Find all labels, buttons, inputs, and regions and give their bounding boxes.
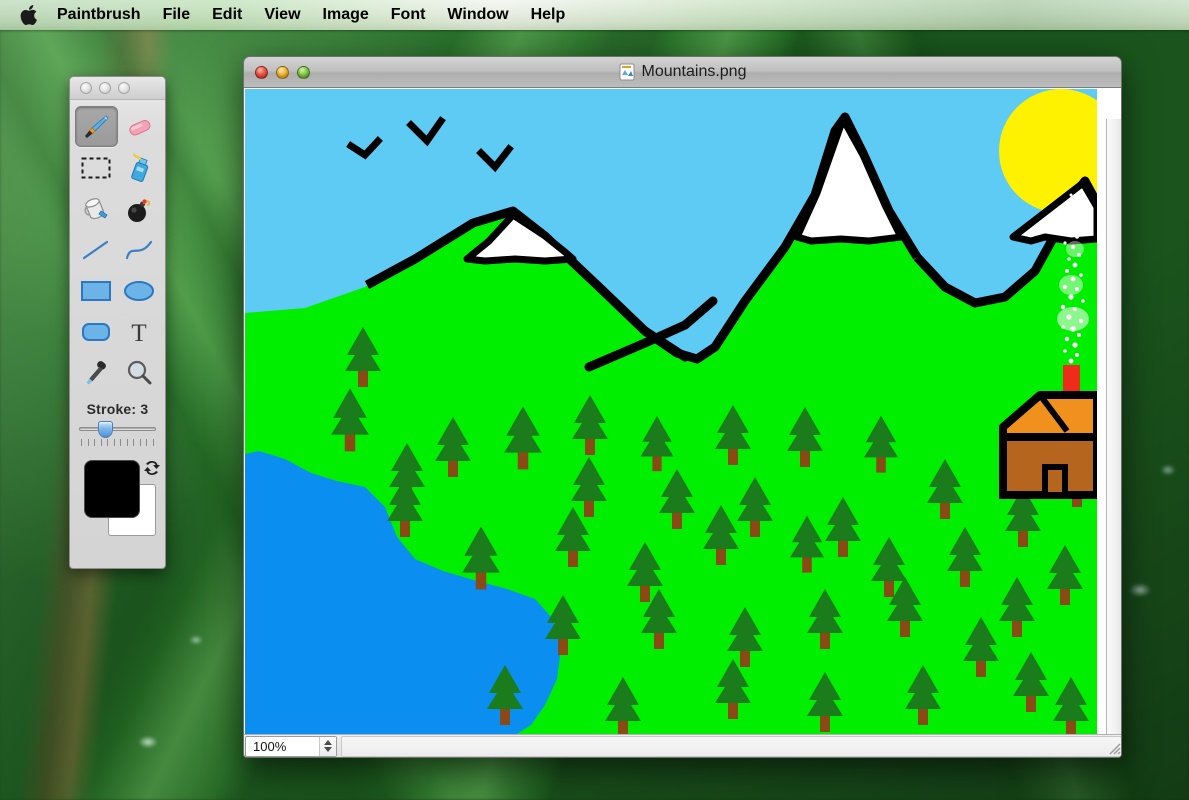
document-title: Mountains.png [244, 63, 1121, 81]
artwork-svg [245, 89, 1097, 734]
palette-minimize-button[interactable] [99, 82, 111, 94]
zoom-level-value: 100% [253, 738, 287, 754]
apple-logo-icon[interactable] [20, 3, 40, 27]
window-controls [244, 65, 310, 79]
spray-can-icon [124, 152, 154, 183]
eraser-tool[interactable] [118, 106, 161, 147]
canvas-region [244, 88, 1121, 757]
eyedropper-icon [81, 358, 111, 388]
menu-item-window[interactable]: Window [436, 0, 519, 30]
marquee-selection-icon [80, 155, 112, 181]
document-title-text: Mountains.png [641, 63, 747, 80]
menu-bar: Paintbrush File Edit View Image Font Win… [0, 0, 1189, 30]
palette-close-button[interactable] [80, 82, 92, 94]
stroke-slider-knob[interactable] [98, 421, 113, 438]
ellipse-tool[interactable] [118, 270, 161, 311]
eraser-icon [124, 112, 154, 142]
bomb-icon [124, 194, 154, 224]
straight-line-icon [80, 237, 112, 263]
vertical-scrollbar[interactable] [1106, 119, 1121, 757]
svg-text:T: T [131, 320, 146, 346]
rounded-rectangle-tool[interactable] [75, 311, 118, 352]
line-tool[interactable] [75, 229, 118, 270]
tool-palette-window[interactable]: T Stroke: 3 [69, 76, 166, 569]
zoom-decrease-arrow[interactable] [324, 747, 332, 752]
status-bar: 100% [244, 734, 1121, 757]
png-document-icon [619, 63, 635, 81]
paint-bucket-icon [80, 194, 112, 224]
text-t-icon: T [125, 318, 153, 346]
zoom-stepper-arrows[interactable] [319, 736, 336, 756]
menu-item-file[interactable]: File [152, 0, 202, 30]
close-button[interactable] [255, 65, 268, 79]
foreground-color-swatch[interactable] [84, 460, 140, 518]
magnifier-tool[interactable] [118, 352, 161, 393]
menu-item-edit[interactable]: Edit [201, 0, 253, 30]
stroke-slider[interactable] [79, 421, 156, 438]
swap-colors-icon[interactable] [142, 458, 162, 478]
paintbrush-tool[interactable] [75, 106, 118, 147]
rectangle-select-tool[interactable] [75, 147, 118, 188]
minimize-button[interactable] [276, 65, 289, 79]
rectangle-shape-icon [79, 279, 113, 303]
resize-grip-icon[interactable] [1107, 741, 1121, 755]
paint-bucket-tool[interactable] [75, 188, 118, 229]
menu-item-view[interactable]: View [253, 0, 311, 30]
spray-can-tool[interactable] [118, 147, 161, 188]
menu-item-font[interactable]: Font [380, 0, 437, 30]
stroke-label: Stroke: 3 [86, 401, 149, 417]
menu-item-image[interactable]: Image [312, 0, 380, 30]
document-titlebar[interactable]: Mountains.png [244, 57, 1121, 88]
rounded-rectangle-icon [79, 320, 113, 344]
palette-zoom-button[interactable] [118, 82, 130, 94]
curve-line-icon [123, 237, 155, 263]
cabin-door [1042, 464, 1068, 498]
menu-item-help[interactable]: Help [520, 0, 577, 30]
color-swatches [84, 460, 160, 538]
eyedropper-tool[interactable] [75, 352, 118, 393]
stroke-section: Stroke: 3 [70, 393, 165, 446]
menu-item-paintbrush[interactable]: Paintbrush [46, 0, 152, 30]
zoom-stepper[interactable]: 100% [245, 735, 337, 757]
zoom-button[interactable] [297, 65, 310, 79]
rectangle-tool[interactable] [75, 270, 118, 311]
ellipse-shape-icon [122, 279, 156, 303]
zoom-increase-arrow[interactable] [324, 740, 332, 745]
curve-tool[interactable] [118, 229, 161, 270]
stroke-slider-ticks [79, 437, 156, 446]
text-tool[interactable]: T [118, 311, 161, 352]
stroke-slider-track [79, 427, 156, 431]
paintbrush-icon [81, 112, 111, 142]
tools-grid: T [70, 100, 165, 393]
drawing-canvas[interactable] [245, 89, 1097, 734]
bomb-tool[interactable] [118, 188, 161, 229]
tool-palette-titlebar[interactable] [70, 77, 165, 100]
document-window[interactable]: Mountains.png 100% [243, 56, 1122, 758]
magnifier-icon [124, 358, 154, 388]
status-bar-filler [341, 735, 1121, 757]
